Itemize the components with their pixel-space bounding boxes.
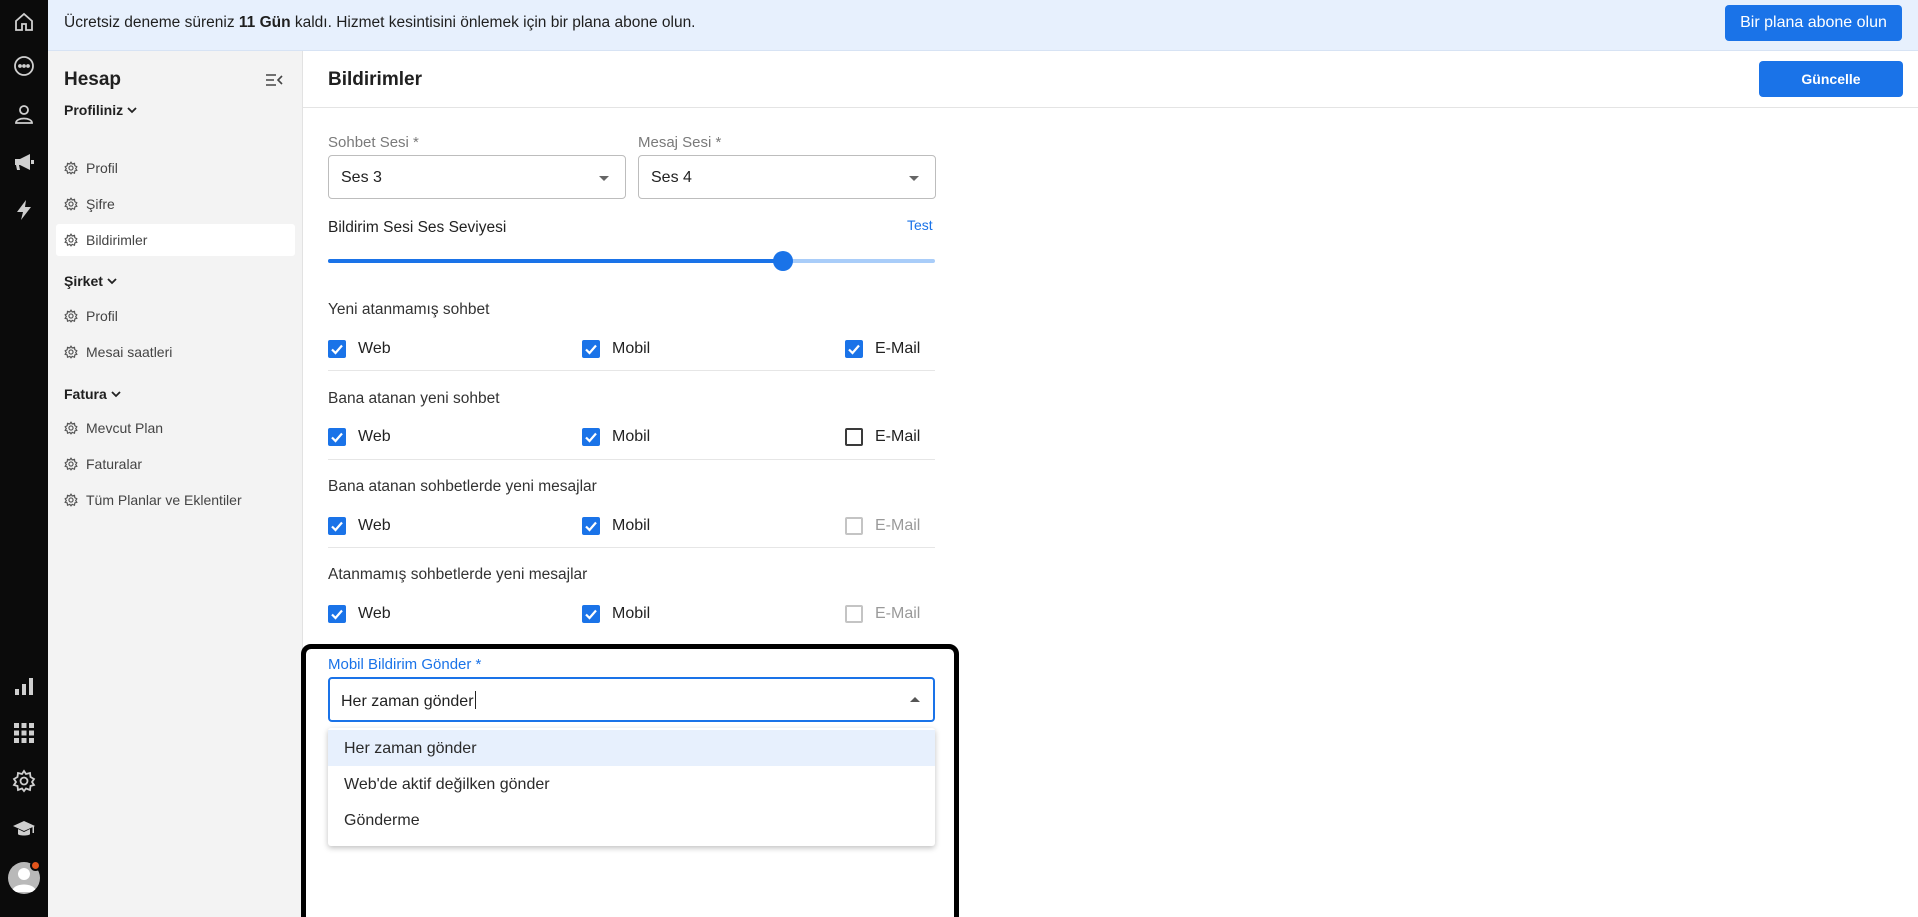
checkbox-checked-icon	[582, 428, 600, 446]
sidebar-item-notifications[interactable]: Bildirimler	[56, 224, 295, 256]
notification-dot	[30, 860, 41, 871]
gear-icon	[64, 457, 78, 471]
option-do-not-send[interactable]: Gönderme	[328, 802, 935, 838]
section-company[interactable]: Şirket	[64, 273, 118, 289]
volume-label: Bildirim Sesi Ses Seviyesi	[328, 219, 507, 236]
mobile-push-value: Her zaman gönder	[341, 691, 476, 710]
chat-sound-value: Ses 3	[341, 169, 382, 186]
user-icon[interactable]	[12, 102, 36, 126]
gear-icon	[64, 161, 78, 175]
checkbox-checked-icon	[582, 605, 600, 623]
group-title: Atanmamış sohbetlerde yeni mesajlar	[328, 566, 588, 583]
chat-sound-select[interactable]: Ses 3	[328, 155, 626, 199]
text-cursor	[474, 691, 476, 709]
sidebar-title: Hesap	[64, 69, 122, 90]
bolt-icon[interactable]	[12, 198, 36, 222]
update-button[interactable]: Güncelle	[1759, 61, 1903, 97]
bar-chart-icon[interactable]	[12, 674, 36, 698]
message-sound-label: Mesaj Sesi *	[638, 134, 722, 151]
sidebar-item-invoices[interactable]: Faturalar	[56, 448, 295, 480]
home-icon[interactable]	[12, 10, 36, 34]
message-sound-value: Ses 4	[651, 169, 692, 186]
sidebar-item-label: Profil	[86, 160, 118, 176]
divider	[328, 459, 935, 460]
chevron-down-icon	[127, 107, 137, 114]
chat-sound-label: Sohbet Sesi *	[328, 134, 419, 151]
section-billing[interactable]: Fatura	[64, 386, 122, 402]
checkbox-checked-icon	[328, 605, 346, 623]
sidebar-item-label: Şifre	[86, 196, 115, 212]
sidebar-item-profile[interactable]: Profil	[56, 152, 295, 184]
group-title: Yeni atanmamış sohbet	[328, 301, 490, 318]
checkbox-checked-icon	[328, 517, 346, 535]
volume-slider-fill	[328, 259, 784, 263]
trial-message: Ücretsiz deneme süreniz 11 Gün kaldı. Hi…	[64, 14, 696, 31]
sidebar-item-password[interactable]: Şifre	[56, 188, 295, 220]
app-rail	[0, 0, 48, 917]
megaphone-icon[interactable]	[12, 150, 36, 174]
checkbox-checked-icon	[328, 340, 346, 358]
checkbox-checked-icon	[328, 428, 346, 446]
sidebar-item-label: Mesai saatleri	[86, 344, 173, 360]
section-profile[interactable]: Profiliniz	[64, 102, 138, 118]
option-send-when-inactive[interactable]: Web'de aktif değilken gönder	[328, 766, 935, 802]
volume-slider[interactable]	[328, 251, 935, 271]
checkbox-checked-icon	[845, 340, 863, 358]
test-sound-link[interactable]: Test	[907, 217, 933, 233]
sidebar-item-working-hours[interactable]: Mesai saatleri	[56, 336, 295, 368]
gear-icon	[64, 421, 78, 435]
sidebar-item-label: Tüm Planlar ve Eklentiler	[86, 492, 242, 508]
graduation-cap-icon[interactable]	[12, 817, 36, 841]
checkbox-disabled-icon	[845, 605, 863, 623]
sidebar-item-current-plan[interactable]: Mevcut Plan	[56, 412, 295, 444]
apps-grid-icon[interactable]	[12, 721, 36, 745]
group-title: Bana atanan yeni sohbet	[328, 390, 500, 407]
gear-icon	[64, 233, 78, 247]
sidebar-item-label: Mevcut Plan	[86, 420, 164, 436]
divider	[328, 370, 935, 371]
dropdown-arrow-icon	[909, 176, 919, 181]
sidebar-item-label: Faturalar	[86, 456, 143, 472]
collapse-sidebar-icon[interactable]	[264, 70, 284, 90]
gear-icon	[64, 197, 78, 211]
settings-gear-icon[interactable]	[12, 769, 36, 793]
checkbox-disabled-icon	[845, 517, 863, 535]
account-sidebar: Hesap Profiliniz Profil Şifre Bildirimle…	[48, 51, 303, 917]
mobile-push-select[interactable]: Her zaman gönder	[328, 677, 935, 722]
subscribe-plan-button[interactable]: Bir plana abone olun	[1725, 5, 1902, 41]
divider	[328, 547, 935, 548]
group-title: Bana atanan sohbetlerde yeni mesajlar	[328, 478, 597, 495]
trial-banner: Ücretsiz deneme süreniz 11 Gün kaldı. Hi…	[48, 0, 1918, 51]
message-sound-select[interactable]: Ses 4	[638, 155, 936, 199]
volume-slider-thumb[interactable]	[773, 251, 794, 271]
page-header: Bildirimler Güncelle	[303, 51, 1918, 108]
sidebar-item-label: Bildirimler	[86, 232, 148, 248]
checkbox-checked-icon	[582, 340, 600, 358]
chevron-down-icon	[111, 391, 121, 398]
checkbox-checked-icon	[582, 517, 600, 535]
sidebar-item-company-profile[interactable]: Profil	[56, 300, 295, 332]
mobile-push-label: Mobil Bildirim Gönder *	[328, 656, 482, 673]
dropdown-arrow-up-icon	[910, 697, 920, 702]
chevron-down-icon	[107, 278, 117, 285]
sidebar-item-label: Profil	[86, 308, 118, 324]
gear-icon	[64, 345, 78, 359]
gear-icon	[64, 493, 78, 507]
trial-days: 11 Gün	[238, 14, 291, 31]
checkbox-unchecked-icon	[845, 428, 863, 446]
dropdown-arrow-icon	[599, 176, 609, 181]
gear-icon	[64, 309, 78, 323]
sidebar-item-all-plans[interactable]: Tüm Planlar ve Eklentiler	[56, 484, 295, 516]
page-title: Bildirimler	[328, 69, 422, 90]
option-always-send[interactable]: Her zaman gönder	[328, 730, 935, 766]
mobile-push-options-menu: Her zaman gönder Web'de aktif değilken g…	[328, 728, 935, 846]
chat-icon[interactable]	[12, 54, 36, 78]
